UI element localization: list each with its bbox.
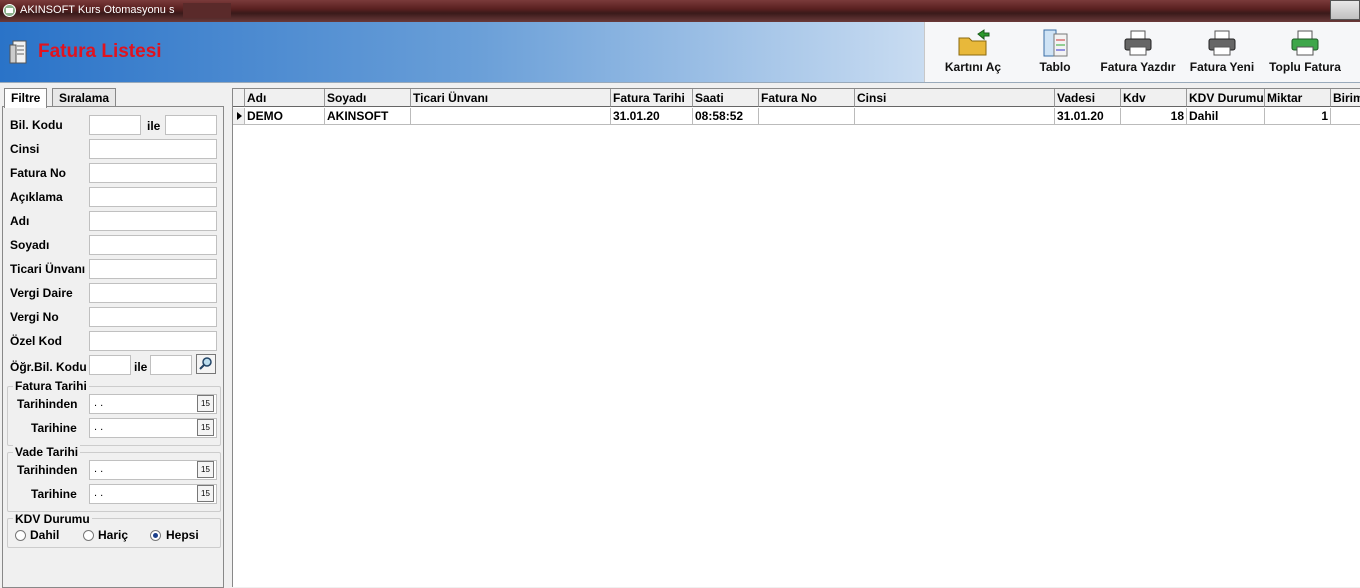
cell-kdv[interactable]: 18 (1121, 108, 1187, 125)
calendar-icon[interactable]: 15 (197, 419, 214, 436)
name-label: Adı (10, 214, 30, 228)
window-control-button[interactable] (1330, 0, 1360, 20)
company-label: Ticari Ünvanı (10, 262, 86, 276)
row-pointer-icon (233, 108, 245, 125)
toolbar: Kartını Aç Tablo Fatura Yazdır Fatura Ye… (924, 22, 1360, 82)
folder-open-icon (958, 29, 990, 56)
cell-name[interactable]: DEMO (245, 108, 325, 125)
invoice-no-label: Fatura No (10, 166, 67, 180)
bulk-print-icon (1291, 30, 1319, 56)
title-redaction (183, 3, 231, 18)
column-header[interactable]: Ticari Ünvanı (411, 89, 611, 107)
filter-panel: Filtre Sıralama Bil. Kodu ile Cinsi Fatu… (0, 88, 224, 588)
vat-included-radio[interactable] (15, 530, 26, 541)
tax-office-input[interactable] (89, 283, 217, 303)
table-icon (1043, 29, 1068, 57)
surname-label: Soyadı (10, 238, 50, 252)
column-header[interactable]: Vadesi (1055, 89, 1121, 107)
column-header[interactable]: Fatura Tarihi (611, 89, 693, 107)
cell-type[interactable] (855, 108, 1055, 125)
cell-invoice-no[interactable] (759, 108, 855, 125)
printer-icon (1124, 30, 1152, 56)
calendar-icon[interactable]: 15 (197, 395, 214, 412)
description-label: Açıklama (10, 190, 63, 204)
new-invoice-button[interactable]: Fatura Yeni (1187, 26, 1257, 80)
column-header[interactable]: Fatura No (759, 89, 855, 107)
bulk-invoice-button[interactable]: Toplu Fatura (1265, 26, 1345, 80)
invoice-date-group-title: Fatura Tarihi (13, 379, 89, 393)
tax-office-label: Vergi Daire (10, 286, 73, 300)
column-header[interactable]: Soyadı (325, 89, 411, 107)
filter-form: Bil. Kodu ile Cinsi Fatura No Açıklama A… (2, 106, 224, 588)
cell-due[interactable]: 31.01.20 (1055, 108, 1121, 125)
due-date-to-label: Tarihine (31, 487, 77, 501)
search-button[interactable] (196, 354, 216, 374)
column-header[interactable]: Saati (693, 89, 759, 107)
special-code-input[interactable] (89, 331, 217, 351)
new-invoice-label: Fatura Yeni (1189, 60, 1255, 74)
window-title-bar: AKINSOFT Kurs Otomasyonu s (0, 0, 1360, 22)
vat-all-label[interactable]: Hepsi (166, 528, 199, 542)
column-header[interactable]: Adı (245, 89, 325, 107)
student-code-range-label: ile (134, 360, 148, 374)
code-from-input[interactable] (89, 115, 141, 135)
print-invoice-button[interactable]: Fatura Yazdır (1097, 26, 1179, 80)
name-input[interactable] (89, 211, 217, 231)
invoice-list-icon (9, 40, 27, 64)
cell-unit[interactable] (1331, 108, 1360, 125)
tax-no-label: Vergi No (10, 310, 59, 324)
cell-company[interactable] (411, 108, 611, 125)
type-label: Cinsi (10, 142, 40, 156)
vat-excluded-radio[interactable] (83, 530, 94, 541)
invoice-date-from-label: Tarihinden (17, 397, 78, 411)
cell-kdv-status[interactable]: Dahil (1187, 108, 1265, 125)
grid-indicator-header (233, 89, 245, 107)
code-label: Bil. Kodu (10, 118, 63, 132)
column-header[interactable]: Cinsi (855, 89, 1055, 107)
window-title: AKINSOFT Kurs Otomasyonu s (20, 4, 175, 16)
column-header[interactable]: Birim (1331, 89, 1360, 107)
open-card-label: Kartını Aç (944, 60, 1002, 74)
invoice-no-input[interactable] (89, 163, 217, 183)
app-icon (3, 4, 16, 17)
invoice-date-to-label: Tarihine (31, 421, 77, 435)
search-icon (199, 357, 212, 370)
printer-icon (1208, 30, 1236, 56)
student-code-label: Öğr.Bil. Kodu (10, 360, 87, 374)
table-label: Tablo (1039, 60, 1071, 74)
open-card-button[interactable]: Kartını Aç (937, 26, 1009, 80)
tab-filter[interactable]: Filtre (4, 88, 48, 108)
cell-surname[interactable]: AKINSOFT (325, 108, 411, 125)
vat-excluded-label[interactable]: Hariç (98, 528, 128, 542)
table-button[interactable]: Tablo (1025, 26, 1085, 80)
cell-time[interactable]: 08:58:52 (693, 108, 759, 125)
vat-status-group-title: KDV Durumu (13, 512, 92, 526)
special-code-label: Özel Kod (10, 334, 63, 348)
invoice-grid: Adı Soyadı Ticari Ünvanı Fatura Tarihi S… (232, 88, 1360, 587)
column-header[interactable]: KDV Durumu (1187, 89, 1265, 107)
tax-no-input[interactable] (89, 307, 217, 327)
bulk-invoice-label: Toplu Fatura (1269, 60, 1341, 74)
print-invoice-label: Fatura Yazdır (1100, 60, 1176, 74)
vat-all-radio[interactable] (150, 530, 161, 541)
tab-sort[interactable]: Sıralama (52, 88, 117, 107)
code-to-input[interactable] (165, 115, 217, 135)
student-code-to-input[interactable] (150, 355, 192, 375)
student-code-from-input[interactable] (89, 355, 131, 375)
type-input[interactable] (89, 139, 217, 159)
due-date-group-title: Vade Tarihi (13, 445, 81, 459)
company-input[interactable] (89, 259, 217, 279)
description-input[interactable] (89, 187, 217, 207)
surname-input[interactable] (89, 235, 217, 255)
vat-included-label[interactable]: Dahil (30, 528, 59, 542)
cell-date[interactable]: 31.01.20 (611, 108, 693, 125)
page-title: Fatura Listesi (38, 41, 162, 62)
column-header[interactable]: Kdv (1121, 89, 1187, 107)
calendar-icon[interactable]: 15 (197, 461, 214, 478)
code-range-label: ile (147, 119, 161, 133)
column-header[interactable]: Miktar (1265, 89, 1331, 107)
due-date-from-label: Tarihinden (17, 463, 78, 477)
calendar-icon[interactable]: 15 (197, 485, 214, 502)
cell-qty[interactable]: 1 (1265, 108, 1331, 125)
